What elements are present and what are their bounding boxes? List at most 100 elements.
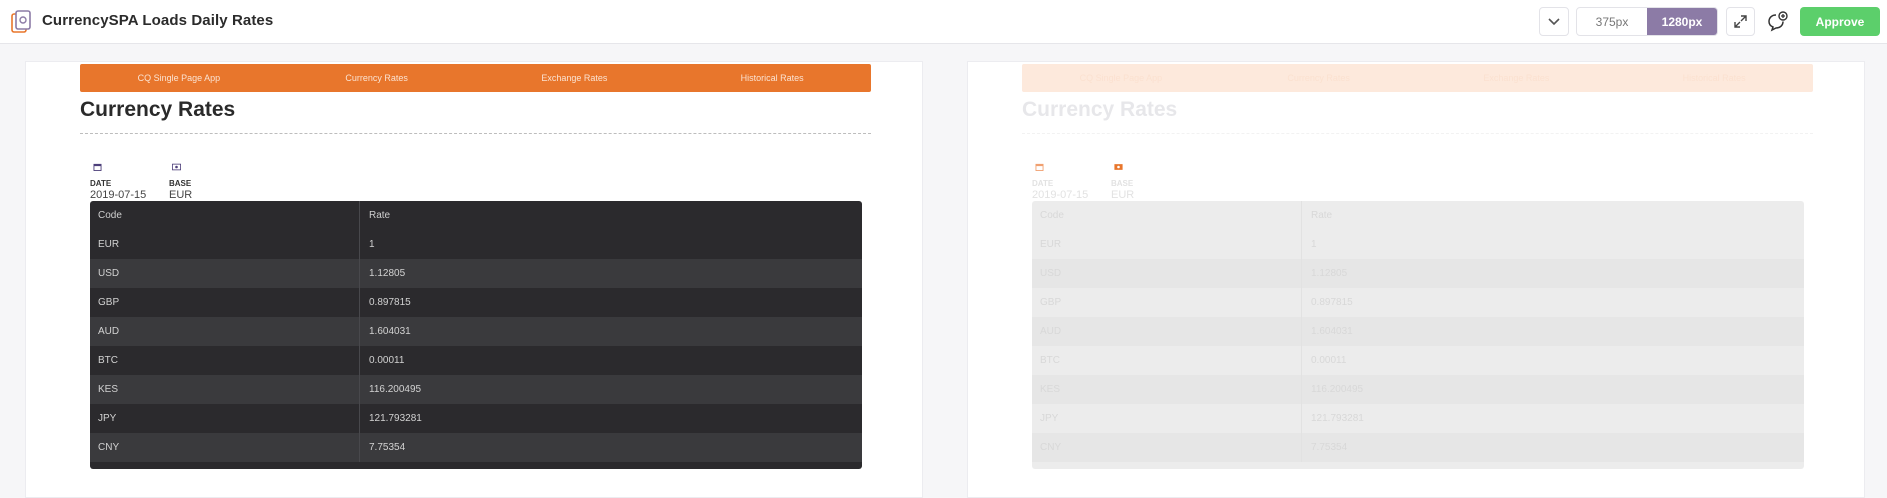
cell-code: CNY — [1032, 433, 1302, 462]
dropdown-button[interactable] — [1539, 7, 1569, 36]
table-row: CNY 7.75354 — [90, 433, 862, 462]
nav-link-home[interactable]: CQ Single Page App — [1022, 73, 1220, 83]
snapshot-panel-current: CQ Single Page App Currency Rates Exchan… — [25, 61, 923, 498]
page-title: CurrencySPA Loads Daily Rates — [42, 12, 274, 29]
calendar-icon — [1035, 163, 1044, 171]
chevron-down-icon — [1548, 17, 1560, 25]
date-label: DATE — [90, 179, 112, 188]
table-row: BTC 0.00011 — [1032, 346, 1804, 375]
column-header-code: Code — [90, 201, 360, 230]
table-header: Code Rate — [1032, 201, 1804, 230]
cell-rate: 0.00011 — [369, 355, 405, 366]
cell-rate: 1.12805 — [369, 268, 406, 279]
cell-code: EUR — [90, 230, 360, 259]
divider — [80, 133, 871, 134]
nav-link-exchange-rates[interactable]: Exchange Rates — [1418, 73, 1616, 83]
cell-code: JPY — [90, 404, 360, 433]
table-header: Code Rate — [90, 201, 862, 230]
cell-code: USD — [90, 259, 360, 288]
cell-rate: 121.793281 — [1311, 413, 1364, 424]
cell-code: AUD — [90, 317, 360, 346]
base-info: BASE EUR — [169, 158, 192, 201]
date-label: DATE — [1032, 179, 1054, 188]
app-logo-icon — [11, 10, 31, 33]
table-row: AUD 1.604031 — [90, 317, 862, 346]
cell-rate: 121.793281 — [369, 413, 422, 424]
base-label: BASE — [1111, 179, 1134, 188]
column-header-rate: Rate — [1311, 210, 1333, 221]
rates-table: Code Rate EUR 1 USD 1.12805 GBP 0.897815… — [90, 201, 862, 469]
base-value: EUR — [169, 189, 193, 201]
money-icon — [1114, 164, 1123, 170]
nav-link-historical-rates[interactable]: Historical Rates — [673, 73, 871, 83]
cell-code: KES — [1032, 375, 1302, 404]
cell-code: EUR — [1032, 230, 1302, 259]
currency-rates-heading: Currency Rates — [1022, 98, 1178, 121]
divider — [1022, 133, 1813, 134]
table-row: JPY 121.793281 — [1032, 404, 1804, 433]
nav-link-currency-rates[interactable]: Currency Rates — [1220, 73, 1418, 83]
cell-rate: 7.75354 — [1311, 442, 1348, 453]
table-row: JPY 121.793281 — [90, 404, 862, 433]
expand-icon — [1734, 15, 1747, 28]
cell-rate: 116.200495 — [369, 384, 422, 395]
viewport-375-button[interactable]: 375px — [1577, 8, 1647, 35]
date-info: DATE 2019-07-15 — [1032, 158, 1088, 201]
currency-rates-heading: Currency Rates — [80, 98, 236, 121]
cell-rate: 1.604031 — [1311, 326, 1353, 337]
cell-rate: 1.12805 — [1311, 268, 1348, 279]
column-header-rate: Rate — [369, 210, 391, 221]
money-icon — [172, 163, 181, 171]
cell-code: CNY — [90, 433, 360, 462]
cell-code: BTC — [90, 346, 360, 375]
app-navbar: CQ Single Page App Currency Rates Exchan… — [80, 64, 871, 92]
cell-rate: 0.00011 — [1311, 355, 1347, 366]
nav-link-currency-rates[interactable]: Currency Rates — [278, 73, 476, 83]
viewport-toggle: 375px 1280px — [1576, 7, 1718, 36]
cell-code: BTC — [1032, 346, 1302, 375]
table-row: GBP 0.897815 — [90, 288, 862, 317]
table-row: EUR 1 — [90, 230, 862, 259]
column-header-code: Code — [1032, 201, 1302, 230]
cell-code: GBP — [90, 288, 360, 317]
cell-code: GBP — [1032, 288, 1302, 317]
viewport-1280-button[interactable]: 1280px — [1647, 8, 1717, 35]
top-bar: CurrencySPA Loads Daily Rates 375px 1280… — [0, 0, 1887, 44]
table-row: EUR 1 — [1032, 230, 1804, 259]
nav-link-historical-rates[interactable]: Historical Rates — [1615, 73, 1813, 83]
table-row: KES 116.200495 — [90, 375, 862, 404]
cell-rate: 1 — [369, 239, 375, 250]
table-row: BTC 0.00011 — [90, 346, 862, 375]
add-comment-button[interactable] — [1763, 7, 1792, 36]
table-row: KES 116.200495 — [1032, 375, 1804, 404]
table-row: USD 1.12805 — [90, 259, 862, 288]
date-value: 2019-07-15 — [1032, 189, 1089, 201]
cell-code: JPY — [1032, 404, 1302, 433]
table-row: USD 1.12805 — [1032, 259, 1804, 288]
app-navbar: CQ Single Page App Currency Rates Exchan… — [1022, 64, 1813, 92]
rates-table: Code Rate EUR 1 USD 1.12805 GBP 0.897815… — [1032, 201, 1804, 469]
base-value: EUR — [1111, 189, 1135, 201]
date-info: DATE 2019-07-15 — [90, 158, 146, 201]
cell-rate: 1.604031 — [369, 326, 411, 337]
table-row: AUD 1.604031 — [1032, 317, 1804, 346]
comment-add-icon — [1767, 10, 1788, 31]
cell-rate: 1 — [1311, 239, 1317, 250]
base-label: BASE — [169, 179, 192, 188]
cell-rate: 7.75354 — [369, 442, 406, 453]
snapshot-panel-baseline: CQ Single Page App Currency Rates Exchan… — [967, 61, 1865, 498]
base-info: BASE EUR — [1111, 158, 1134, 201]
approve-button[interactable]: Approve — [1800, 7, 1880, 36]
cell-code: AUD — [1032, 317, 1302, 346]
nav-link-home[interactable]: CQ Single Page App — [80, 73, 278, 83]
expand-button[interactable] — [1726, 7, 1755, 36]
table-row: GBP 0.897815 — [1032, 288, 1804, 317]
cell-code: KES — [90, 375, 360, 404]
calendar-icon — [93, 163, 102, 171]
cell-code: USD — [1032, 259, 1302, 288]
nav-link-exchange-rates[interactable]: Exchange Rates — [476, 73, 674, 83]
cell-rate: 0.897815 — [369, 297, 411, 308]
cell-rate: 116.200495 — [1311, 384, 1364, 395]
cell-rate: 0.897815 — [1311, 297, 1353, 308]
date-value: 2019-07-15 — [90, 189, 147, 201]
